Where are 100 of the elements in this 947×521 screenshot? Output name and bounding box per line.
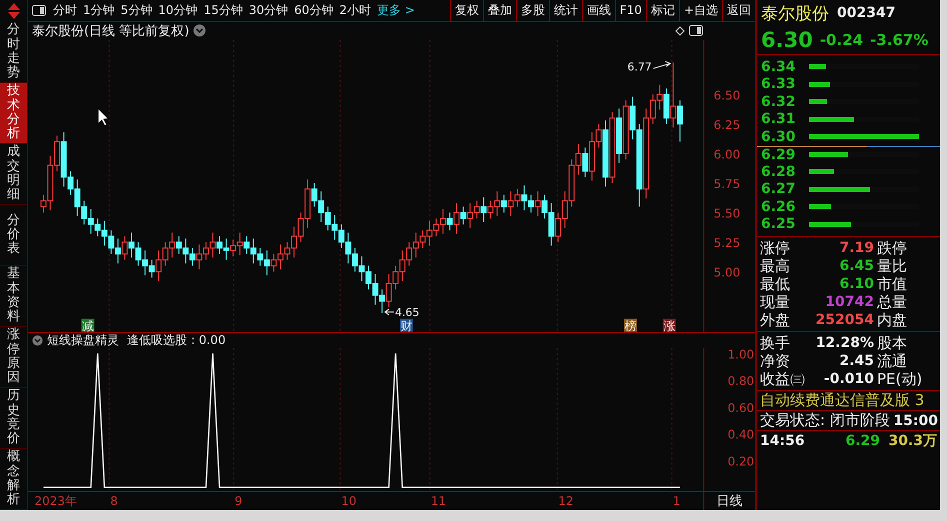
low-price-label: 4.65 xyxy=(394,306,420,319)
panel-toggle-icon[interactable] xyxy=(689,25,703,36)
stat-label: 量比 xyxy=(877,256,907,276)
order-price: 6.28 xyxy=(761,164,795,180)
period-tab[interactable]: 10分钟 xyxy=(155,0,201,21)
stat-label: PE(动) xyxy=(877,370,922,388)
trade-status: 交易状态: 闭市阶段 xyxy=(760,411,890,430)
stat-label: 收益㈢ xyxy=(760,370,806,388)
stat-label: 最高 xyxy=(760,256,791,276)
order-price: 6.26 xyxy=(761,198,795,215)
panel-toggle-icon[interactable] xyxy=(32,4,46,16)
mouse-cursor-icon xyxy=(98,108,109,126)
last-price: 6.30 xyxy=(761,28,813,52)
order-price: 6.31 xyxy=(761,111,795,128)
candlestick xyxy=(454,202,460,234)
price-tick-label: 5.00 xyxy=(714,266,740,280)
price-tick-label: 5.25 xyxy=(714,236,740,250)
period-tab[interactable]: 2小时 xyxy=(336,0,374,21)
scroll-arrows-icon[interactable] xyxy=(6,2,20,20)
sidebar-tab[interactable]: 成交明细 xyxy=(0,144,27,205)
stat-value: 10742 xyxy=(824,294,874,310)
sidebar-tab[interactable]: 概念解析 xyxy=(0,449,27,510)
stat-label: 流通 xyxy=(877,352,907,370)
stat-value: 6.10 xyxy=(838,276,874,292)
candlestick xyxy=(480,196,487,222)
order-price: 6.34 xyxy=(761,58,795,75)
event-badge[interactable]: 涨 xyxy=(662,318,676,332)
stat-label: 外盘 xyxy=(760,310,791,330)
period-tab[interactable]: 分时 xyxy=(50,0,80,21)
sidebar-tab[interactable]: 历史竞价 xyxy=(0,388,27,449)
price-tick-label: 6.25 xyxy=(714,118,740,132)
time-axis-label: 8 xyxy=(110,494,118,508)
notice-text: 自动续费通达信普及版 3 xyxy=(760,391,924,410)
stat-value: 252054 xyxy=(814,312,874,328)
event-badge[interactable]: 减 xyxy=(81,318,94,332)
candlestick xyxy=(670,62,676,128)
order-price: 6.32 xyxy=(761,94,795,110)
sidebar-tab[interactable]: 分价表 xyxy=(0,205,27,266)
order-price: 6.27 xyxy=(761,181,795,198)
stat-label: 总量 xyxy=(877,292,907,312)
dropdown-icon[interactable] xyxy=(193,24,206,38)
arrow-icon xyxy=(652,60,672,69)
stat-label: 市值 xyxy=(877,274,907,294)
period-tab[interactable]: 60分钟 xyxy=(291,0,336,21)
high-price-label: 6.77 xyxy=(627,60,652,74)
time-axis-label: 12 xyxy=(558,494,574,508)
candlestick xyxy=(582,146,588,178)
dropdown-icon[interactable] xyxy=(32,334,43,346)
arrow-icon xyxy=(384,308,394,316)
stock-name: 泰尔股份 xyxy=(761,2,829,24)
period-tab[interactable]: 5分钟 xyxy=(118,0,156,21)
order-price: 6.33 xyxy=(761,76,795,92)
stat-label: 涨停 xyxy=(760,238,791,258)
candlestick xyxy=(122,236,128,260)
time-axis-label: 2023年 xyxy=(34,494,77,508)
stat-label: 内盘 xyxy=(877,310,907,330)
stat-value: 2.45 xyxy=(838,353,874,369)
tick-time: 14:56 xyxy=(760,433,806,449)
price-tick-label: 6.50 xyxy=(714,88,740,102)
order-price: 6.30 xyxy=(761,128,795,145)
stat-label: 最低 xyxy=(760,274,791,294)
price-tick-label: 6.00 xyxy=(714,147,740,162)
time-axis-label: 9 xyxy=(234,494,242,508)
tick-price: 6.29 xyxy=(844,433,880,449)
more-link[interactable]: 更多 > xyxy=(374,0,418,21)
stat-label: 跌停 xyxy=(877,238,907,258)
tick-volume: 30.3万 xyxy=(888,432,937,450)
time-axis-label: 1 xyxy=(672,494,680,508)
time-axis-label: 11 xyxy=(430,494,446,508)
stat-value: 12.28% xyxy=(814,335,874,351)
y-tick-label: 0.80 xyxy=(728,374,754,388)
stat-value: 6.45 xyxy=(838,258,874,274)
stat-label: 现量 xyxy=(760,292,791,312)
candlestick xyxy=(663,88,670,124)
diamond-icon[interactable] xyxy=(675,26,685,36)
series-name: 逢低吸选股 xyxy=(127,332,187,349)
period-tab[interactable]: 15分钟 xyxy=(200,0,246,21)
sidebar-tab[interactable]: 技术分析 xyxy=(0,83,27,144)
chart-title: 泰尔股份(日线 等比前复权) xyxy=(32,22,190,40)
stat-label: 股本 xyxy=(877,334,907,352)
y-tick-label: 0.40 xyxy=(728,427,754,442)
price-tick-label: 5.75 xyxy=(714,176,740,191)
sidebar-tab[interactable]: 涨停原因 xyxy=(0,327,27,388)
period-tab[interactable]: 30分钟 xyxy=(246,0,292,21)
percent-change: -3.67% xyxy=(870,31,928,49)
candlestick xyxy=(676,100,683,142)
period-label: 日线 xyxy=(716,494,743,509)
order-price: 6.25 xyxy=(761,216,795,232)
y-tick-label: 0.60 xyxy=(728,400,754,415)
y-tick-label: 0.20 xyxy=(728,454,754,468)
sidebar-tab[interactable]: 基本资料 xyxy=(0,266,27,327)
trade-time: 15:00 xyxy=(893,412,939,428)
series-readout: : 0.00 xyxy=(191,333,226,348)
stat-label: 换手 xyxy=(760,334,791,352)
period-tab[interactable]: 1分钟 xyxy=(80,0,118,21)
event-badge[interactable]: 榜 xyxy=(624,318,637,332)
stat-value: 7.19 xyxy=(838,240,874,256)
price-tick-label: 5.50 xyxy=(714,206,740,220)
candlestick xyxy=(500,194,507,213)
event-badge[interactable]: 财 xyxy=(400,318,413,332)
